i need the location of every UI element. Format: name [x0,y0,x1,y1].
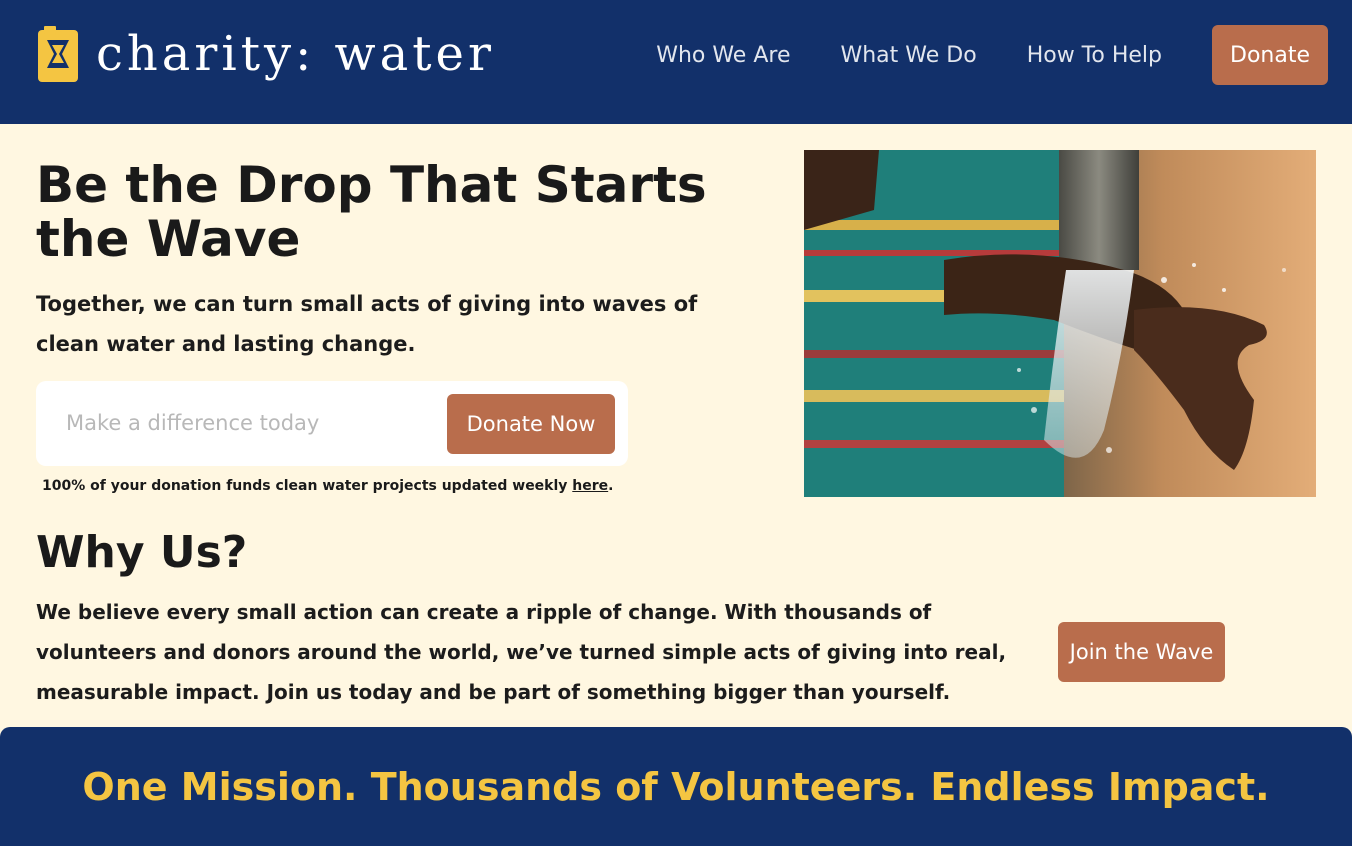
mission-banner: One Mission. Thousands of Volunteers. En… [0,727,1352,846]
main-nav: Who We Are What We Do How To Help Donate [656,25,1328,85]
nav-how-to-help[interactable]: How To Help [1027,43,1162,68]
nav-donate-button[interactable]: Donate [1212,25,1328,85]
donate-form: Donate Now [36,381,628,466]
donation-note-end: . [608,478,614,494]
nav-who-we-are[interactable]: Who We Are [656,43,790,68]
donation-note-text: 100% of your donation funds clean water … [42,478,573,494]
mission-banner-text: One Mission. Thousands of Volunteers. En… [82,764,1270,809]
brand-logo[interactable]: charity: water [38,26,495,82]
projects-link[interactable]: here [572,478,608,494]
hands-water-photo [804,150,1316,497]
site-header: charity: water Who We Are What We Do How… [0,0,1352,124]
join-the-wave-button[interactable]: Join the Wave [1058,622,1225,682]
nav-what-we-do[interactable]: What We Do [840,43,976,68]
brand-name: charity: water [96,26,495,82]
donation-note: 100% of your donation funds clean water … [42,478,614,494]
why-us-title: Why Us? [36,527,248,578]
hero-photo [804,150,1316,497]
hero-title: Be the Drop That Starts the Wave [36,156,707,268]
why-us-body: We believe every small action can create… [36,600,1007,704]
donate-now-button[interactable]: Donate Now [447,394,615,454]
jerry-can-icon [38,26,78,82]
donation-input[interactable] [56,401,436,445]
hero-subtitle: Together, we can turn small acts of givi… [36,292,698,356]
